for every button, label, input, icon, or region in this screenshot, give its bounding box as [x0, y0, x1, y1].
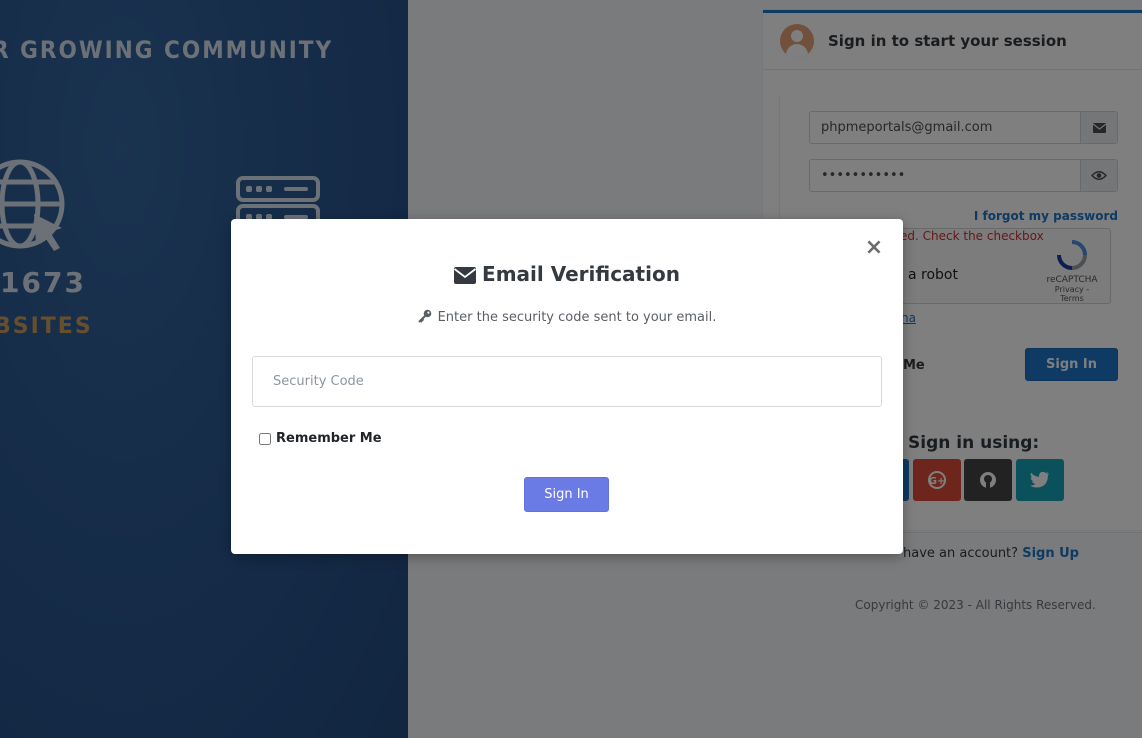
modal-title: Email Verification [231, 262, 903, 289]
modal-title-text: Email Verification [482, 262, 680, 286]
remember-me[interactable]: Remember Me [259, 431, 382, 446]
remember-me-checkbox[interactable] [259, 432, 271, 445]
email-verification-modal: × Email Verification Enter the security … [231, 219, 903, 554]
envelope-icon [453, 265, 477, 289]
remember-me-label[interactable]: Remember Me [276, 431, 382, 446]
close-icon[interactable]: × [863, 237, 885, 259]
modal-signin-button[interactable]: Sign In [524, 477, 609, 512]
modal-subtitle-text: Enter the security code sent to your ema… [437, 310, 717, 325]
modal-subtitle: Enter the security code sent to your ema… [231, 309, 903, 327]
security-code-input[interactable] [252, 356, 882, 407]
key-icon [417, 309, 432, 327]
